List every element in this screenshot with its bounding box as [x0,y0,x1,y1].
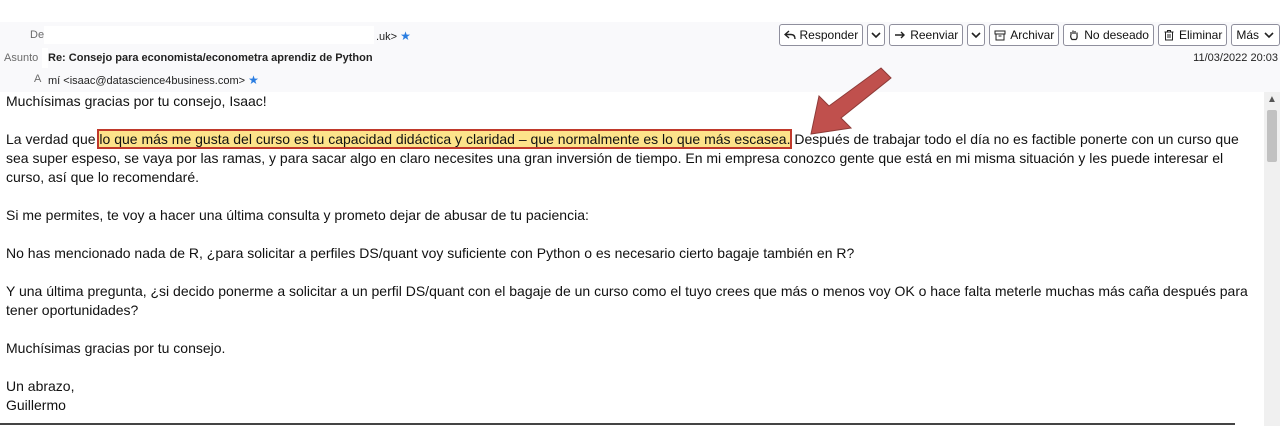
to-label: A [34,73,42,85]
reply-label: Responder [799,28,859,42]
top-strip [0,0,1280,22]
subject-label: Asunto [4,52,39,64]
chevron-down-icon [871,32,881,39]
reply-icon [783,30,796,40]
reply-dropdown-button[interactable] [867,24,886,46]
forward-button[interactable]: Reenviar [889,24,964,46]
vertical-scrollbar[interactable]: ▲ [1264,92,1280,426]
more-label: Más [1236,28,1259,42]
junk-label: No deseado [1084,28,1149,42]
trash-icon [1164,30,1174,41]
delete-label: Eliminar [1178,28,1223,42]
archive-label: Archivar [1010,28,1055,42]
star-icon[interactable]: ★ [400,29,411,43]
divider [0,423,1235,425]
more-button[interactable]: Más [1231,24,1280,46]
reply-button[interactable]: Responder [778,24,864,46]
signature-greeting: Un abrazo, [6,378,75,394]
message-body: Muchísimas gracias por tu consejo, Isaac… [6,92,1261,415]
from-address[interactable]: .uk> ★ [376,29,411,43]
paragraph: Muchísimas gracias por tu consejo. [6,340,226,356]
junk-button[interactable]: No deseado [1063,24,1154,46]
from-label: De [30,29,45,41]
chevron-down-icon [1264,32,1274,39]
forward-label: Reenviar [910,28,959,42]
paragraph: No has mencionado nada de R, ¿para solic… [6,245,855,261]
from-redaction [44,26,374,44]
scroll-thumb[interactable] [1267,110,1277,162]
highlighted-text: lo que más me gusta del curso es tu capa… [97,129,793,149]
message-toolbar: Responder Reenviar Archivar No deseado E… [778,24,1280,46]
delete-button[interactable]: Eliminar [1157,24,1228,46]
archive-button[interactable]: Archivar [989,24,1060,46]
message-date: 11/03/2022 20:03 [1193,52,1278,64]
paragraph: Muchísimas gracias por tu consejo, Isaac… [6,93,267,109]
archive-icon [994,30,1006,41]
hand-icon [1070,30,1078,41]
text-fragment: La verdad que [6,131,100,147]
star-icon[interactable]: ★ [248,73,259,87]
paragraph: Y una última pregunta, ¿si decido ponerm… [6,283,1248,318]
scroll-up-icon[interactable]: ▲ [1267,94,1277,105]
chevron-down-icon [971,32,981,39]
paragraph: Si me permites, te voy a hacer una últim… [6,207,589,223]
signature-name: Guillermo [6,397,66,413]
forward-dropdown-button[interactable] [967,24,986,46]
to-address[interactable]: mí <isaac@datascience4business.com> ★ [48,73,259,87]
forward-icon [895,31,906,39]
annotation-arrow-icon [810,67,892,135]
subject-text: Re: Consejo para economista/econometra a… [48,52,373,64]
paragraph: La verdad que lo que más me gusta del cu… [6,129,1261,187]
